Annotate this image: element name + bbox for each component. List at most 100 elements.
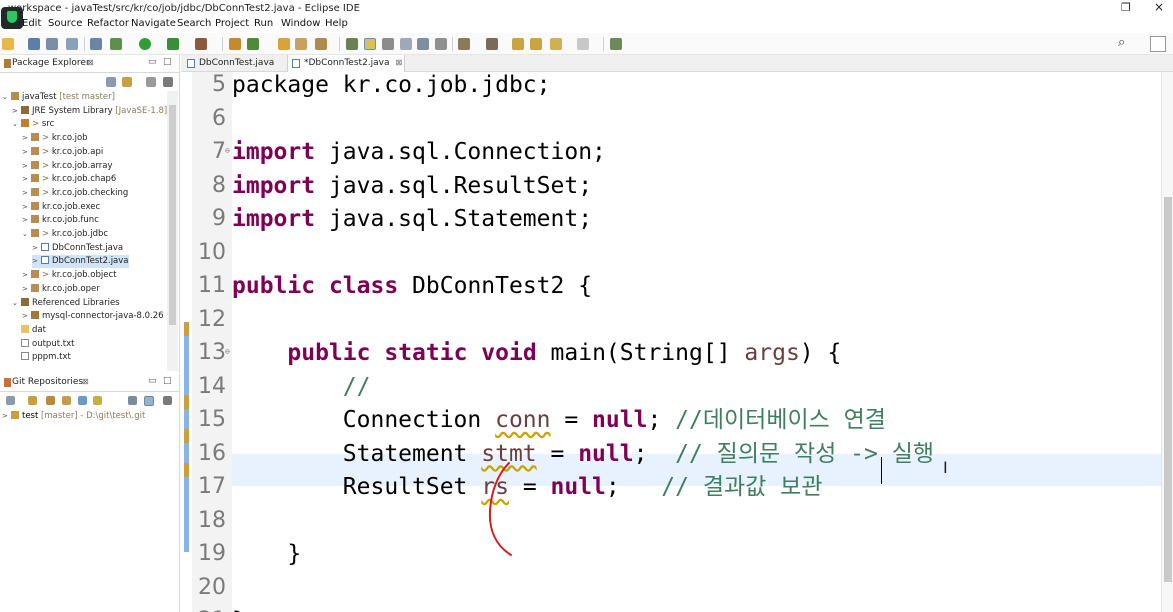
view-menu-icon[interactable]	[163, 77, 173, 87]
code-line[interactable]: import java.sql.Statement;	[232, 205, 592, 233]
toggle-highlight-icon[interactable]	[364, 38, 376, 50]
tree-item[interactable]: > DbConnTest.java	[32, 242, 123, 255]
tree-item[interactable]: > kr.co.job.exec	[22, 201, 100, 214]
back-icon[interactable]	[530, 38, 542, 50]
create-repository-icon[interactable]	[62, 396, 71, 405]
tree-item[interactable]: > kr.co.job.func	[22, 214, 99, 227]
debug-icon[interactable]	[110, 38, 122, 50]
git-repository-item[interactable]: > test [master] - D:\git\test\.git	[2, 410, 145, 423]
tree-item[interactable]: > > kr.co.job.checking	[22, 187, 128, 200]
close-view-icon[interactable]: ⊠	[82, 377, 89, 386]
coverage-icon[interactable]	[167, 38, 179, 50]
restore-button[interactable]: ❐	[1121, 1, 1131, 14]
forward-icon[interactable]	[577, 38, 589, 50]
package-explorer-scrollbar[interactable]	[167, 91, 178, 371]
pin-editor-icon[interactable]	[610, 38, 622, 50]
expand-arrow-icon[interactable]: >	[22, 310, 31, 322]
word-wrap-icon[interactable]	[417, 38, 429, 50]
menu-edit[interactable]: Edit	[22, 18, 41, 29]
tree-item[interactable]: ⌄ javaTest [test master]	[2, 91, 115, 104]
code-line[interactable]: }	[232, 607, 246, 612]
view-menu-icon[interactable]	[163, 396, 172, 405]
new-java-project-icon[interactable]	[229, 38, 241, 50]
code-line[interactable]: //	[232, 373, 371, 401]
new-class-icon[interactable]	[247, 38, 259, 50]
scrollbar-thumb[interactable]	[1164, 197, 1172, 582]
expand-arrow-icon[interactable]: >	[22, 173, 31, 185]
expand-arrow-icon[interactable]: >	[12, 105, 21, 117]
expand-arrow-icon[interactable]: >	[2, 410, 11, 422]
expand-arrow-icon[interactable]: ⌄	[12, 297, 21, 309]
minimize-view-icon[interactable]: ▭	[148, 57, 157, 67]
tree-item[interactable]: > mysql-connector-java-8.0.26	[22, 310, 164, 323]
expand-arrow-icon[interactable]: >	[22, 214, 31, 226]
expand-arrow-icon[interactable]: >	[22, 160, 31, 172]
expand-arrow-icon[interactable]: >	[22, 283, 31, 295]
skip-breakpoints-icon[interactable]	[90, 38, 102, 50]
expand-arrow-icon[interactable]: >	[22, 146, 31, 158]
maximize-view-icon[interactable]: □	[163, 376, 172, 386]
search-tool-icon[interactable]	[315, 38, 327, 50]
external-tools-icon[interactable]	[195, 38, 207, 50]
tree-item[interactable]: > > kr.co.job.object	[22, 269, 116, 282]
editor-vertical-scrollbar[interactable]	[1161, 72, 1173, 612]
tree-item[interactable]: output.txt	[12, 338, 74, 351]
tab-dbconntest[interactable]: DbConnTest.java	[183, 55, 283, 72]
close-tab-icon[interactable]: ⊠	[396, 58, 403, 67]
code-line[interactable]: public class DbConnTest2 {	[232, 272, 592, 300]
scrollbar-thumb[interactable]	[169, 105, 176, 325]
back-dropdown-icon[interactable]	[550, 38, 562, 50]
menu-source[interactable]: Source	[48, 18, 82, 29]
tree-item[interactable]: pppm.txt	[12, 351, 71, 364]
tree-item[interactable]: dat	[12, 324, 46, 337]
git-repositories-tab[interactable]: Git Repositories ⊠ ▭ □	[0, 374, 180, 392]
maximize-view-icon[interactable]: □	[163, 57, 172, 67]
tree-item[interactable]: > JRE System Library [JavaSE-1.8]	[12, 105, 167, 118]
tree-item[interactable]: > > kr.co.job	[22, 132, 88, 145]
menu-refactor[interactable]: Refactor	[87, 18, 129, 29]
new-file-icon[interactable]	[2, 38, 14, 50]
save-icon[interactable]	[28, 38, 40, 50]
last-edit-location-icon[interactable]	[512, 38, 524, 50]
add-repository-icon[interactable]	[28, 396, 37, 405]
code-line[interactable]: public static void main(String[] args) {	[232, 339, 841, 367]
code-line[interactable]: import java.sql.ResultSet;	[232, 172, 592, 200]
code-area[interactable]: 5 package kr.co.job.jdbc; 6 7 ⊖ import java.s…	[181, 72, 1161, 612]
show-whitespace-icon[interactable]	[400, 38, 412, 50]
tab-dbconntest2[interactable]: *DbConnTest2.java ⊠	[287, 55, 405, 72]
open-console-icon[interactable]	[66, 38, 78, 50]
expand-arrow-icon[interactable]: >	[32, 255, 41, 267]
menu-search[interactable]: Search	[177, 18, 211, 29]
link-with-editor-icon[interactable]	[122, 77, 132, 87]
link-with-selection-icon[interactable]	[93, 396, 102, 405]
search-icon[interactable]: ⌕	[1118, 35, 1125, 50]
code-line[interactable]: Connection conn = null; //데이터베이스 연결	[232, 406, 886, 434]
block-selection-icon[interactable]	[382, 38, 394, 50]
code-line[interactable]: package kr.co.job.jdbc;	[232, 72, 551, 99]
tree-item[interactable]: > > kr.co.job.chap6	[22, 173, 116, 186]
tree-item[interactable]: > DbConnTest2.java	[32, 255, 129, 269]
expand-arrow-icon[interactable]: ⌄	[2, 91, 11, 103]
collapse-icon[interactable]	[128, 396, 137, 405]
tree-item[interactable]: > > kr.co.job.api	[22, 146, 103, 159]
expand-arrow-icon[interactable]: >	[22, 187, 31, 199]
tree-item[interactable]: ⌄ > kr.co.job.jdbc	[22, 228, 108, 241]
save-all-icon[interactable]	[46, 38, 58, 50]
open-task-icon[interactable]	[295, 38, 307, 50]
filters-icon[interactable]	[146, 77, 156, 87]
expand-arrow-icon[interactable]: ⌄	[22, 228, 31, 240]
close-window-button[interactable]: ×	[1154, 0, 1164, 14]
expand-arrow-icon[interactable]: >	[22, 201, 31, 213]
expand-arrow-icon[interactable]: >	[32, 242, 41, 254]
refresh-icon[interactable]	[78, 396, 87, 405]
tree-item[interactable]: > kr.co.job.oper	[22, 283, 100, 296]
menu-project[interactable]: Project	[215, 18, 249, 29]
collapse-all-icon[interactable]	[6, 396, 15, 405]
menu-navigate[interactable]: Navigate	[131, 18, 176, 29]
tree-item[interactable]: > > kr.co.job.array	[22, 160, 113, 173]
code-line[interactable]: }	[232, 540, 301, 568]
menu-window[interactable]: Window	[281, 18, 320, 29]
expand-arrow-icon[interactable]: >	[22, 132, 31, 144]
fold-toggle-icon[interactable]: ⊖	[225, 347, 232, 356]
link-icon[interactable]	[144, 396, 154, 406]
